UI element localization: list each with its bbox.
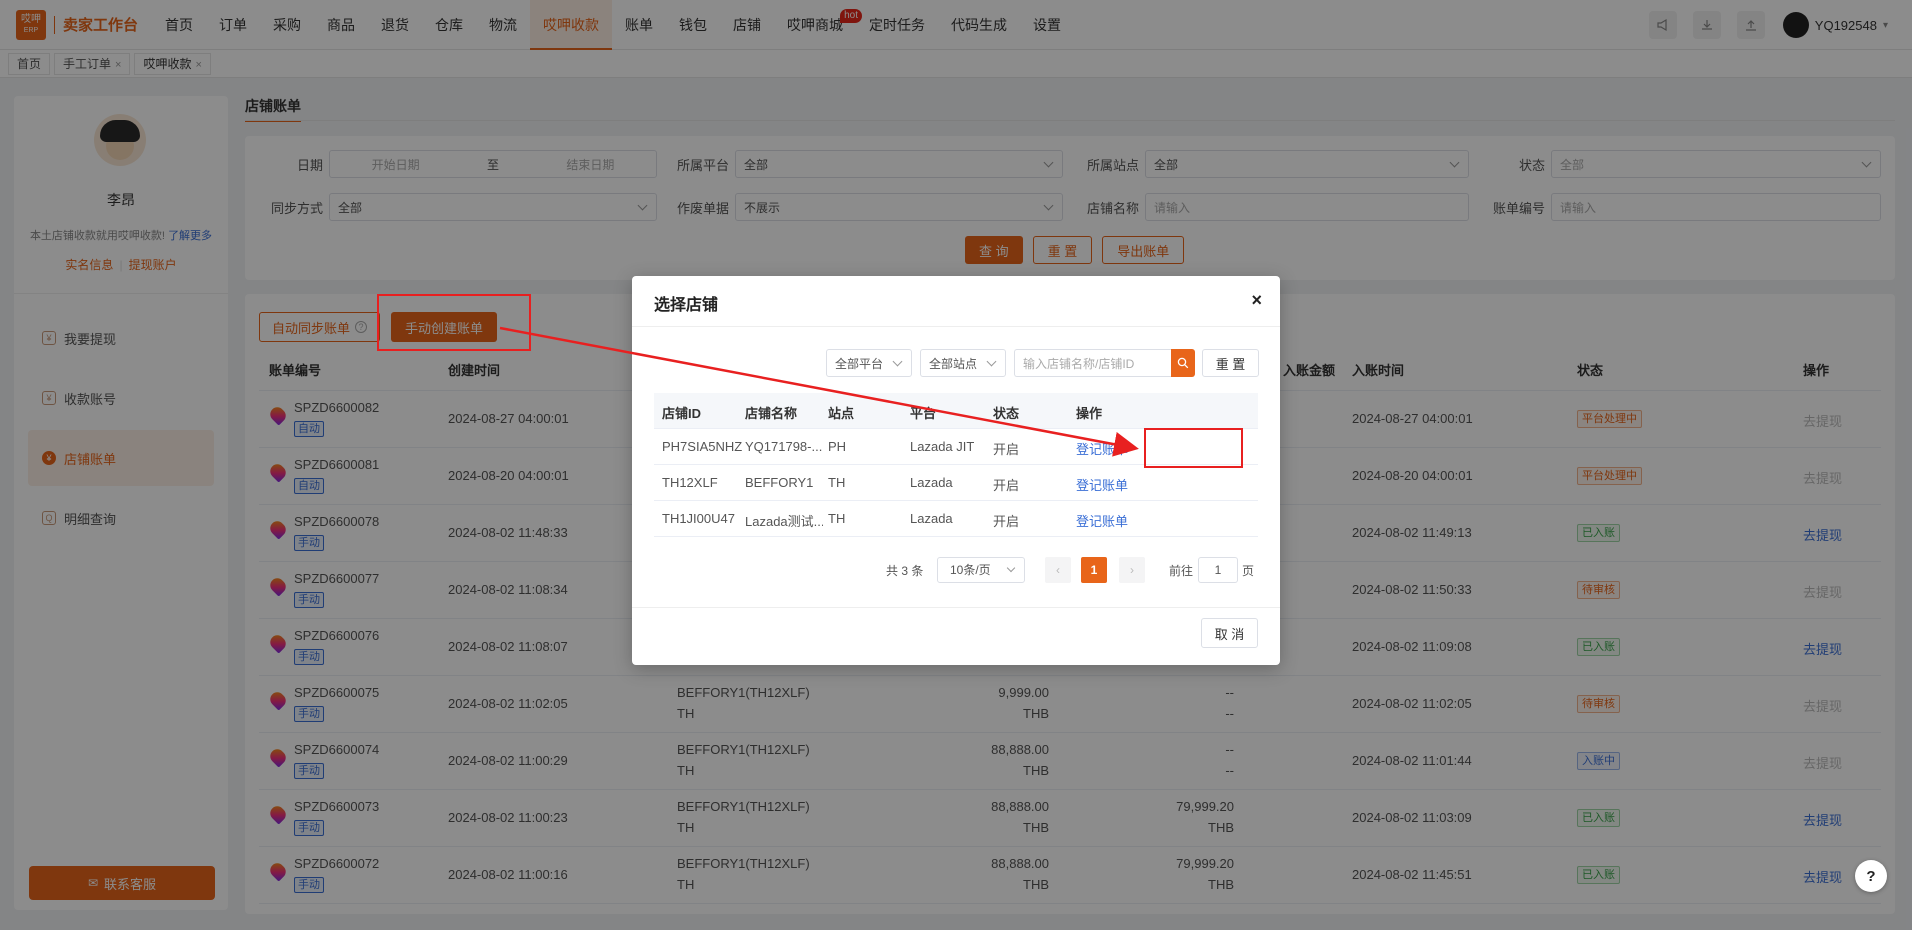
annotation-arrow [499,326,1139,457]
annotation-arrow-line [499,326,1139,457]
help-button[interactable]: ? [1855,860,1887,892]
